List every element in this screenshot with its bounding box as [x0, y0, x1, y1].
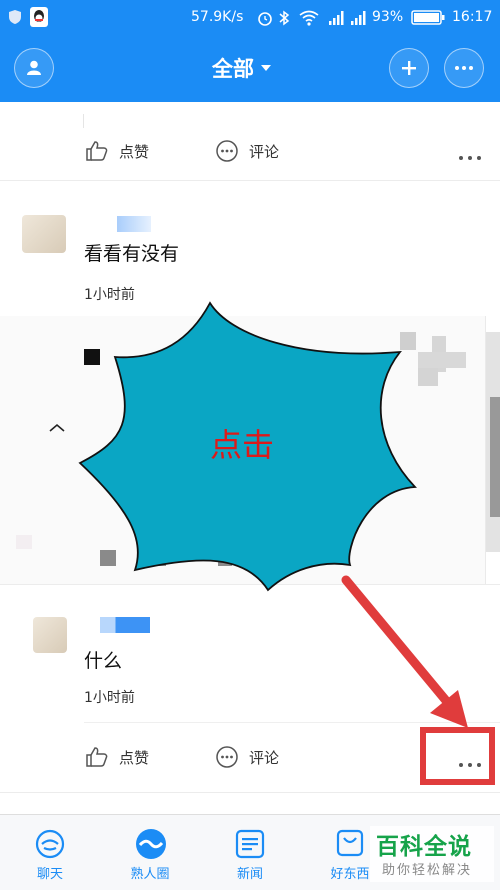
news-icon: [235, 829, 265, 859]
tab-chat[interactable]: 聊天: [10, 815, 90, 890]
friends-circle-icon: [136, 829, 166, 859]
watermark-subtitle: 助你轻松解决: [382, 863, 473, 878]
tab-news-label: 新闻: [236, 867, 263, 882]
tab-friends-circle[interactable]: 熟人圈: [110, 815, 190, 890]
chat-icon: [35, 829, 65, 859]
tab-chat-label: 聊天: [36, 867, 63, 882]
tab-friends-circle-label: 熟人圈: [130, 867, 170, 882]
watermark-title: 百科全说: [376, 834, 472, 860]
watermark: 百科全说 助你轻松解决: [370, 826, 494, 882]
shopping-bag-icon: [336, 829, 364, 857]
tab-news[interactable]: 新闻: [210, 815, 290, 890]
highlight-box: [420, 727, 495, 785]
